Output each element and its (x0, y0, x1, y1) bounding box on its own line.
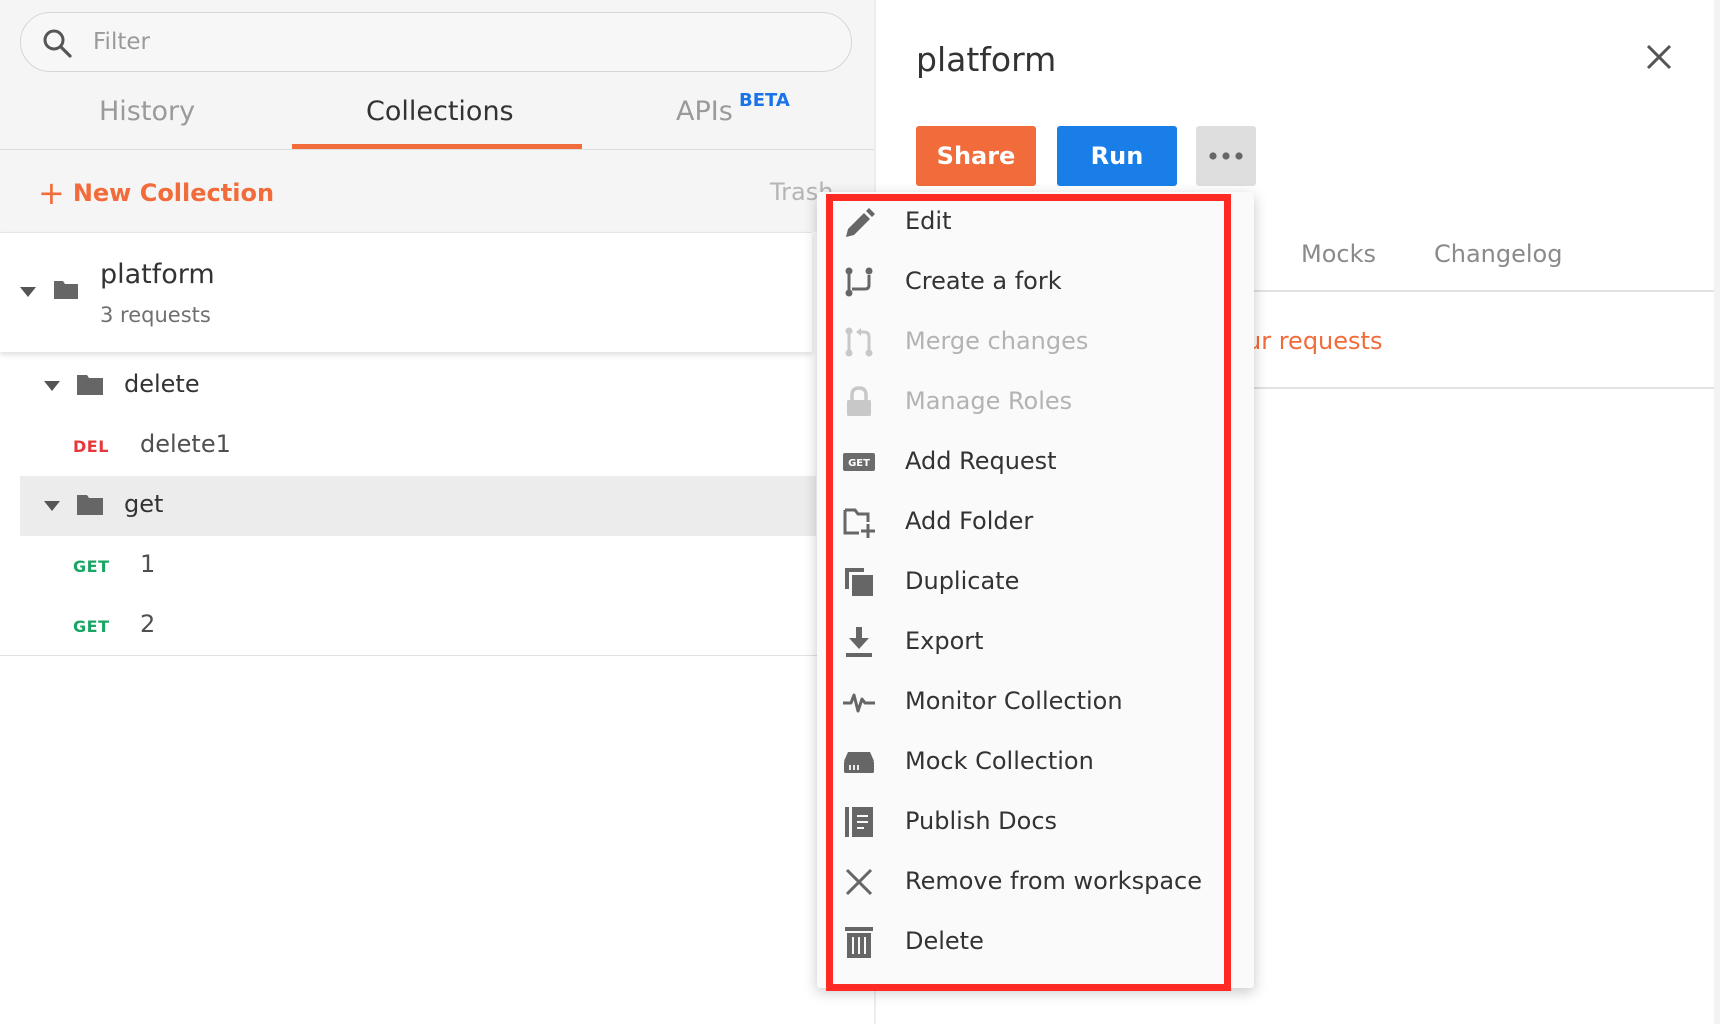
menu-item-label: Remove from workspace (905, 867, 1202, 895)
menu-item-mock-collection[interactable]: Mock Collection (817, 732, 1254, 792)
menu-item-monitor-collection[interactable]: Monitor Collection (817, 672, 1254, 732)
menu-item-duplicate[interactable]: Duplicate (817, 552, 1254, 612)
collection-actions-menu: Edit Create a fork Merge changes Manage … (817, 192, 1254, 988)
menu-item-remove-from-workspace[interactable]: Remove from workspace (817, 852, 1254, 912)
server-icon (844, 752, 874, 773)
request-label: 2 (140, 610, 156, 638)
tree-divider (0, 655, 874, 656)
requests-link[interactable]: ur requests (1246, 327, 1382, 355)
sidebar-tabs: History Collections APIs BETA (0, 78, 874, 150)
fork-icon (845, 267, 873, 297)
collection-request-count: 3 requests (100, 303, 211, 327)
add-folder-icon (843, 508, 875, 538)
ellipsis-icon (1209, 152, 1243, 160)
menu-item-label: Mock Collection (905, 747, 1094, 775)
folder-label: delete (124, 370, 200, 398)
new-collection-button[interactable]: + New Collection (38, 174, 274, 212)
plus-icon: + (38, 174, 65, 212)
pencil-icon (846, 208, 875, 237)
tab-apis-label: APIs (676, 96, 733, 127)
folder-icon (77, 375, 103, 395)
folder-label: get (124, 490, 164, 518)
x-icon (845, 868, 873, 896)
method-badge-get: GET (73, 557, 110, 576)
menu-item-label: Manage Roles (905, 387, 1073, 415)
collection-item-platform[interactable]: platform 3 requests (0, 232, 812, 352)
run-button[interactable]: Run (1057, 126, 1177, 186)
menu-item-create-fork[interactable]: Create a fork (817, 252, 1254, 312)
menu-item-label: Add Request (905, 447, 1057, 475)
menu-item-label: Create a fork (905, 267, 1062, 295)
collection-name: platform (100, 259, 215, 290)
caret-down-icon[interactable] (44, 381, 60, 391)
more-actions-button[interactable] (1196, 126, 1256, 186)
menu-item-label: Duplicate (905, 567, 1020, 595)
search-icon (43, 29, 72, 58)
menu-item-export[interactable]: Export (817, 612, 1254, 672)
sidebar: History Collections APIs BETA +New Colle… (0, 0, 876, 1024)
menu-item-label: Export (905, 627, 984, 655)
menu-item-label: Merge changes (905, 327, 1089, 355)
collection-folder-icon (54, 281, 78, 299)
download-icon (846, 627, 872, 657)
trash-icon (845, 927, 873, 958)
menu-item-manage-roles[interactable]: Manage Roles (817, 372, 1254, 432)
tab-apis[interactable]: APIs BETA (676, 90, 790, 127)
share-button[interactable]: Share (916, 126, 1036, 186)
tab-collections[interactable]: Collections (366, 96, 514, 127)
menu-item-label: Publish Docs (905, 807, 1058, 835)
method-badge-del: DEL (73, 437, 109, 456)
menu-item-publish-docs[interactable]: Publish Docs (817, 792, 1254, 852)
new-collection-label: New Collection (72, 179, 275, 207)
menu-item-label: Delete (905, 927, 984, 955)
pulse-icon (843, 693, 875, 713)
beta-badge: BETA (739, 90, 790, 111)
request-label: 1 (140, 550, 156, 578)
menu-item-add-request[interactable]: GET Add Request (817, 432, 1254, 492)
menu-item-label: Monitor Collection (905, 687, 1123, 715)
folder-icon (77, 495, 103, 515)
panel-title: platform (916, 40, 1057, 79)
get-request-icon: GET (843, 453, 875, 471)
svg-text:GET: GET (848, 458, 870, 469)
request-label: delete1 (140, 430, 231, 458)
close-icon[interactable] (1646, 44, 1672, 70)
docs-icon (845, 807, 873, 837)
folder-row-delete[interactable]: delete (20, 356, 816, 416)
tab-changelog[interactable]: Changelog (1434, 240, 1562, 268)
menu-item-delete[interactable]: Delete (817, 912, 1254, 972)
merge-icon (845, 327, 873, 357)
menu-item-label: Edit (905, 207, 952, 235)
folder-row-get[interactable]: get (20, 476, 816, 536)
menu-item-add-folder[interactable]: Add Folder (817, 492, 1254, 552)
menu-item-merge-changes[interactable]: Merge changes (817, 312, 1254, 372)
lock-icon (847, 386, 871, 416)
caret-down-icon[interactable] (44, 501, 60, 511)
filter-input[interactable] (93, 25, 793, 59)
tab-history[interactable]: History (99, 96, 195, 127)
menu-item-edit[interactable]: Edit (817, 192, 1254, 252)
method-badge-get: GET (73, 617, 110, 636)
duplicate-icon (845, 568, 873, 596)
request-row-1[interactable]: GET 1 (20, 536, 816, 596)
panel-edge (1714, 0, 1720, 1024)
tab-mocks[interactable]: Mocks (1301, 240, 1376, 268)
filter-box[interactable] (20, 12, 852, 72)
active-tab-indicator (292, 144, 582, 149)
request-row-2[interactable]: GET 2 (20, 596, 816, 656)
caret-down-icon[interactable] (20, 287, 36, 297)
request-row-delete1[interactable]: DEL delete1 (20, 416, 816, 476)
menu-item-label: Add Folder (905, 507, 1034, 535)
